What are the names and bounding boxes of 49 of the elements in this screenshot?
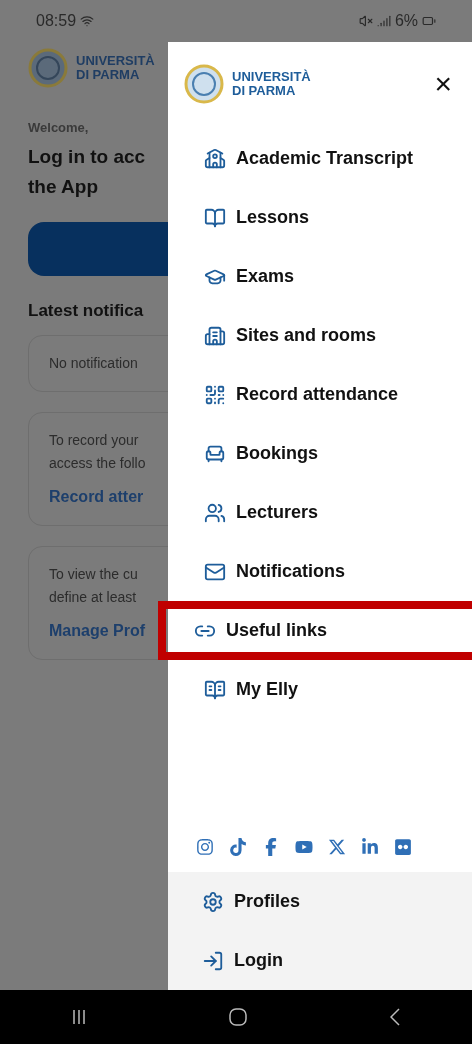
heading-text: Log in to acc: [28, 144, 147, 169]
menu-item[interactable]: Exams: [178, 247, 472, 306]
book-icon: [204, 206, 226, 229]
seal-icon: [28, 48, 68, 88]
youtube-icon[interactable]: [295, 838, 313, 856]
x-icon[interactable]: [328, 838, 346, 856]
menu-item[interactable]: Lecturers: [178, 483, 472, 542]
gear-icon: [202, 890, 224, 913]
menu-item[interactable]: My Elly: [178, 660, 472, 719]
qr-code-icon: [204, 383, 226, 406]
battery-icon: [422, 14, 436, 28]
seal-icon: [184, 64, 224, 104]
footer-item[interactable]: Login: [168, 931, 472, 990]
battery-text: 6%: [394, 11, 418, 31]
building-icon: [204, 324, 226, 347]
linkedin-icon[interactable]: [361, 838, 379, 856]
menu-item[interactable]: Academic Transcript: [178, 129, 472, 188]
welcome-text: Welcome,: [28, 119, 90, 137]
close-button[interactable]: ×: [434, 69, 452, 99]
tiktok-icon[interactable]: [229, 838, 247, 856]
back-icon[interactable]: [390, 1008, 401, 1026]
card-text: To record your: [49, 431, 140, 450]
people-icon: [204, 501, 226, 524]
login-arrow-icon: [202, 949, 224, 972]
menu-item[interactable]: Sites and rooms: [178, 306, 472, 365]
menu-item[interactable]: Record attendance: [178, 365, 472, 424]
section-title: Latest notifica: [28, 299, 145, 322]
recents-icon[interactable]: [71, 1009, 86, 1025]
open-book-icon: [204, 678, 226, 701]
card-text: define at least: [49, 588, 138, 607]
home-icon[interactable]: [229, 1008, 247, 1026]
card-text: No notification: [49, 354, 139, 373]
menu-item[interactable]: Notifications: [178, 542, 472, 601]
card-text: access the follo: [49, 454, 147, 473]
logo-text: DI PARMA: [232, 84, 297, 98]
heading-text: the App: [28, 174, 99, 199]
signal-icon: [376, 14, 391, 28]
menu-item[interactable]: Useful links: [158, 601, 472, 660]
logo-text: DI PARMA: [76, 68, 141, 82]
card-text: To view the cu: [49, 565, 139, 584]
menu-item[interactable]: Bookings: [178, 424, 472, 483]
logo-text: UNIVERSITÀ: [76, 54, 155, 68]
time-text: 08:59: [36, 11, 77, 31]
footer-item[interactable]: Profiles: [168, 872, 472, 931]
mute-icon: [358, 14, 373, 28]
logo-text: UNIVERSITÀ: [232, 70, 311, 84]
menu-item[interactable]: Lessons: [178, 188, 472, 247]
instagram-icon[interactable]: [196, 838, 214, 856]
login-button[interactable]: [28, 221, 168, 276]
